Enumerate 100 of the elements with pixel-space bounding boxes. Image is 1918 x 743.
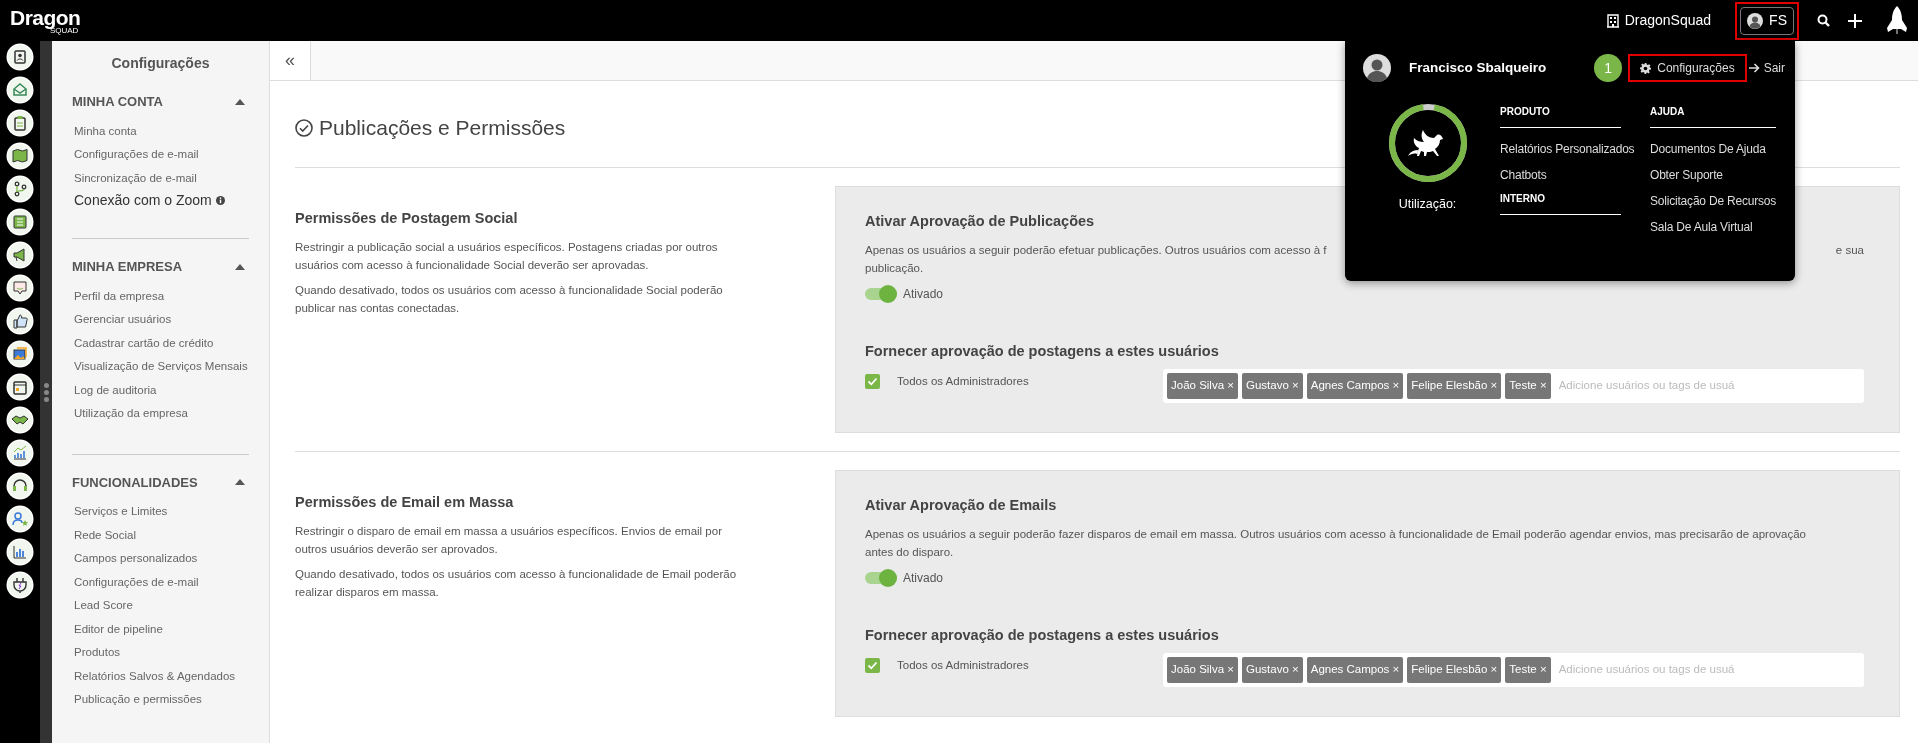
megaphone-icon[interactable]: [6, 241, 34, 269]
calendar-icon[interactable]: [6, 373, 34, 401]
card-description: Apenas os usuários a seguir poderão efetuar publicações. Outros usuários com acesso à f: [865, 242, 1327, 258]
sidebar-link[interactable]: Gerenciar usuários: [74, 308, 249, 332]
sidebar-link[interactable]: Log de auditoria: [74, 378, 249, 402]
avatar-icon: [1747, 12, 1764, 29]
user-tag[interactable]: João Silva ×: [1167, 372, 1238, 399]
check-circle-icon: [295, 119, 313, 137]
checkbox-label: Todos os Administradores: [897, 373, 1029, 389]
logout-link[interactable]: Sair: [1748, 59, 1785, 77]
settings-link[interactable]: Configurações: [1628, 54, 1747, 82]
line-chart-icon[interactable]: [6, 439, 34, 467]
sidebar-link[interactable]: Publicação e permissões: [74, 688, 249, 712]
chat-bubble-icon[interactable]: [6, 274, 34, 302]
checkbox[interactable]: [865, 657, 880, 673]
sidebar-link[interactable]: Visualização de Serviços Mensais: [74, 355, 249, 379]
collapse-button[interactable]: «: [270, 41, 311, 80]
card-description: antes do disparo.: [865, 544, 954, 560]
sidebar-link[interactable]: Cadastrar cartão de crédito: [74, 331, 249, 355]
sidebar-link[interactable]: Minha conta: [74, 119, 249, 143]
check-icon: [867, 659, 878, 671]
menu-link[interactable]: Sala De Aula Virtual: [1650, 214, 1776, 240]
sidebar-link[interactable]: Perfil da empresa: [74, 284, 249, 308]
user-tag[interactable]: Felipe Elesbão ×: [1407, 372, 1502, 399]
caret-up-icon: [235, 98, 245, 105]
search-button[interactable]: [1817, 14, 1830, 27]
list-icon[interactable]: [6, 208, 34, 236]
menu-group-title: AJUDA: [1650, 103, 1776, 128]
avatar-icon: [1363, 54, 1391, 82]
user-menu-button[interactable]: FS: [1740, 6, 1794, 35]
sidebar-link[interactable]: Lead Score: [74, 594, 249, 618]
contact-card-icon[interactable]: [6, 43, 34, 71]
clipboard-icon[interactable]: [6, 109, 34, 137]
add-button[interactable]: [1848, 13, 1862, 28]
gear-icon: [1640, 62, 1652, 74]
plug-icon[interactable]: [6, 571, 34, 599]
sidebar-link[interactable]: Produtos: [74, 641, 249, 665]
menu-link[interactable]: Solicitação De Recursos: [1650, 188, 1776, 214]
menu-group-title: INTERNO: [1500, 190, 1621, 215]
tag-input-field[interactable]: João Silva × Gustavo × Agnes Campos × Felipe Elesbão × Teste × Adicione usuários ou tags de usuá: [1163, 652, 1864, 687]
map-icon[interactable]: [6, 142, 34, 170]
plus-icon: [1848, 13, 1862, 28]
user-tag[interactable]: Agnes Campos ×: [1306, 372, 1404, 399]
rocket-icon[interactable]: [1886, 5, 1908, 36]
section-description: Quando desativado, todos os usuários com acesso à funcionalidade Social poderão publicar nas contas conectadas.: [295, 282, 724, 316]
section-description: Quando desativado, todos os usuários com acesso à funcionalidade de Email poderão realizar disparos em massa.: [295, 566, 738, 600]
sidebar-link[interactable]: Rede Social: [74, 523, 249, 547]
caret-up-icon: [235, 263, 245, 270]
card-description: e sua: [1835, 242, 1864, 258]
menu-link[interactable]: Relatórios Personalizados: [1500, 136, 1650, 162]
step-badge: 1: [1594, 54, 1623, 82]
envelope-icon[interactable]: [6, 76, 34, 104]
sidebar-link[interactable]: Campos personalizados: [74, 547, 249, 571]
sidebar-title: Configurações: [110, 54, 211, 73]
section-description: Restringir a publicação social a usuários específicos. Postagens criadas por outros usuários com acesso à funcionalidade Social deverão ser aprovadas.: [295, 239, 719, 273]
sidebar-link[interactable]: Conexão com o Zoom: [74, 190, 249, 210]
caret-up-icon: [235, 479, 245, 486]
tag-input-field[interactable]: João Silva × Gustavo × Agnes Campos × Felipe Elesbão × Teste × Adicione usuários ou tags de usuá: [1163, 368, 1864, 403]
headset-icon[interactable]: [6, 472, 34, 500]
user-tag[interactable]: Agnes Campos ×: [1306, 656, 1404, 683]
bar-chart-icon[interactable]: [6, 538, 34, 566]
toggle-switch[interactable]: [865, 284, 897, 303]
section-header[interactable]: FUNCIONALIDADES: [72, 472, 249, 492]
sidebar-link[interactable]: Utilização da empresa: [74, 402, 249, 426]
card-description: Apenas os usuários a seguir poderão fazer disparos de email em massa. Outros usuários com acesso à funcionalidade de Email poderão agendar envios, mas precisarão de aprovação: [865, 526, 1806, 542]
user-tag[interactable]: Gustavo ×: [1242, 372, 1303, 399]
user-name: Francisco Sbalqueiro: [1409, 58, 1547, 77]
checkbox[interactable]: [865, 373, 880, 389]
sidebar-link[interactable]: Editor de pipeline: [74, 617, 249, 641]
thumbs-up-icon[interactable]: [6, 307, 34, 335]
menu-link[interactable]: Obter Suporte: [1650, 162, 1776, 188]
user-tag[interactable]: João Silva ×: [1167, 656, 1238, 683]
sidebar-link[interactable]: Configurações de e-mail: [74, 143, 249, 167]
section-header[interactable]: MINHA EMPRESA: [72, 257, 249, 277]
user-tag[interactable]: Teste ×: [1505, 656, 1551, 683]
sidebar-link[interactable]: Relatórios Salvos & Agendados: [74, 664, 249, 688]
sidebar-link[interactable]: Serviços e Limites: [74, 500, 249, 524]
arrow-right-icon: [1748, 63, 1760, 73]
resize-handle[interactable]: [40, 41, 52, 743]
menu-link[interactable]: Documentos De Ajuda: [1650, 136, 1776, 162]
logo-wordmark: Dragon: [10, 6, 81, 28]
user-tag[interactable]: Teste ×: [1505, 372, 1551, 399]
card-title: Ativar Aprovação de Publicações: [865, 212, 1095, 231]
approvers-heading: Fornecer aprovação de postagens a estes usuários: [865, 341, 1220, 361]
check-icon: [867, 375, 878, 387]
sidebar-link[interactable]: Configurações de e-mail: [74, 570, 249, 594]
menu-link[interactable]: Chatbots: [1500, 162, 1650, 188]
section-header[interactable]: MINHA CONTA: [72, 92, 249, 112]
user-tag[interactable]: Felipe Elesbão ×: [1407, 656, 1502, 683]
usage-label: Utilização:: [1398, 196, 1457, 213]
branch-icon[interactable]: [6, 175, 34, 203]
sidebar-link[interactable]: Sincronização de e-mail: [74, 166, 249, 190]
image-icon[interactable]: [6, 340, 34, 368]
user-star-icon[interactable]: [6, 505, 34, 533]
toggle-switch[interactable]: [865, 568, 897, 587]
search-icon: [1817, 14, 1830, 27]
info-icon: [215, 195, 225, 205]
company-name[interactable]: DragonSquad: [1624, 10, 1712, 31]
user-tag[interactable]: Gustavo ×: [1242, 656, 1303, 683]
page-title: Publicações e Permissões: [319, 115, 566, 142]
